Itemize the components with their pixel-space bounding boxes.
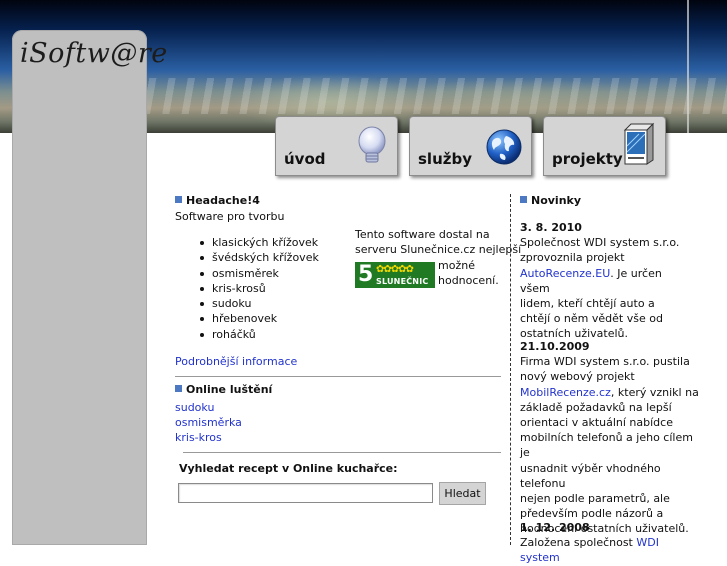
list-item: kris-krosů (198, 281, 319, 296)
tab-sluzby[interactable]: služby (409, 116, 532, 176)
news-line: zprovoznila projekt (520, 251, 625, 265)
news-line: Založena společnost WDI system (520, 535, 700, 565)
award-text-line1: Tento software dostal na (355, 228, 490, 241)
lightbulb-icon (355, 126, 389, 169)
news-line: MobilRecenze.cz, který vznikl na (520, 385, 700, 400)
online-link-sudoku[interactable]: sudoku (175, 400, 214, 415)
award-text-line3: možné (438, 259, 475, 272)
section-heading-headache: Headache!4 (175, 194, 260, 207)
news-date: 3. 8. 2010 (520, 221, 582, 234)
section-heading-online: Online luštění (175, 383, 272, 396)
news-line: orientaci v aktuální nabídce (520, 416, 673, 430)
recipe-search-label: Vyhledat recept v Online kuchařce: (179, 462, 398, 475)
tab-label: úvod (284, 150, 326, 168)
list-item: osmisměrek (198, 266, 319, 281)
section-heading-news: Novinky (520, 194, 581, 207)
software-box-icon (621, 122, 657, 169)
news-line: základě požadavků na lepší (520, 400, 672, 414)
news-line: usnadnit výběr vhodného telefonu (520, 461, 661, 490)
slunecnice-badge[interactable]: 5 ✿✿✿✿✿ SLUNEČNIC (355, 262, 435, 288)
heading-text: Novinky (531, 194, 582, 207)
award-text-line4: hodnocení. (438, 274, 499, 287)
news-line: nový webový projekt (520, 370, 635, 384)
search-button[interactable]: Hledat (439, 482, 486, 505)
site-logo[interactable]: iSoftw@re (20, 38, 168, 69)
tab-projekty[interactable]: projekty (543, 116, 666, 176)
tab-label: služby (418, 150, 472, 168)
news-item: 3. 8. 2010 Společnost WDI system s.r.o. … (520, 220, 695, 342)
divider (175, 376, 501, 377)
news-item: 21.10.2009 Firma WDI system s.r.o. pusti… (520, 339, 700, 537)
news-line-lead: Založena společnost (520, 536, 637, 550)
news-line-tail: , který vznikl na (610, 385, 699, 399)
header-cloud-texture (130, 78, 727, 114)
news-line: AutoRecenze.EU. Je určen všem (520, 266, 695, 296)
divider (183, 452, 501, 453)
list-item: klasických křížovek (198, 235, 319, 250)
autorecenze-link[interactable]: AutoRecenze.EU (520, 267, 610, 280)
news-date: 1. 12. 2008 (520, 521, 590, 534)
header-edge-line (687, 0, 689, 133)
mobilrecenze-link[interactable]: MobilRecenze.cz (520, 386, 611, 399)
headache-intro: Software pro tvorbu (175, 210, 285, 223)
badge-label: SLUNEČNIC (376, 277, 429, 286)
heading-text: Online luštění (186, 383, 273, 396)
heading-bullet-square (520, 196, 527, 203)
badge-stars-icon: ✿✿✿✿✿ (376, 264, 414, 275)
tab-uvod[interactable]: úvod (275, 116, 398, 176)
heading-bullet-square (175, 196, 182, 203)
news-line: mobilních telefonů a jeho cílem je (520, 431, 693, 460)
tab-label: projekty (552, 150, 623, 168)
news-line: nejen podle parametrů, ale (520, 492, 670, 506)
badge-number: 5 (358, 262, 374, 287)
news-line: lidem, kteří chtějí auto a (520, 297, 655, 311)
news-line: Společnost WDI system s.r.o. (520, 236, 680, 250)
more-info-link[interactable]: Podrobnější informace (175, 354, 297, 369)
column-divider (510, 194, 511, 545)
left-sidebar (12, 30, 147, 545)
news-item: 1. 12. 2008 Založena společnost WDI syst… (520, 520, 700, 566)
list-item: švédských křížovek (198, 250, 319, 265)
heading-bullet-square (175, 385, 182, 392)
award-text-line2: serveru Slunečnice.cz nejlepší (355, 243, 522, 256)
globe-icon (485, 128, 523, 169)
online-link-kris-kros[interactable]: kris-kros (175, 430, 222, 445)
heading-text: Headache!4 (186, 194, 260, 207)
news-date: 21.10.2009 (520, 340, 590, 353)
online-link-osmismerka[interactable]: osmisměrka (175, 415, 242, 430)
list-item: roháčků (198, 327, 319, 342)
puzzle-type-list: klasických křížovek švédských křížovek o… (198, 235, 319, 342)
list-item: sudoku (198, 296, 319, 311)
list-item: hřebenovek (198, 311, 319, 326)
news-line: chtějí o něm vědět vše od (520, 312, 663, 326)
recipe-search-input[interactable] (178, 483, 433, 503)
news-line: Firma WDI system s.r.o. pustila (520, 355, 690, 369)
